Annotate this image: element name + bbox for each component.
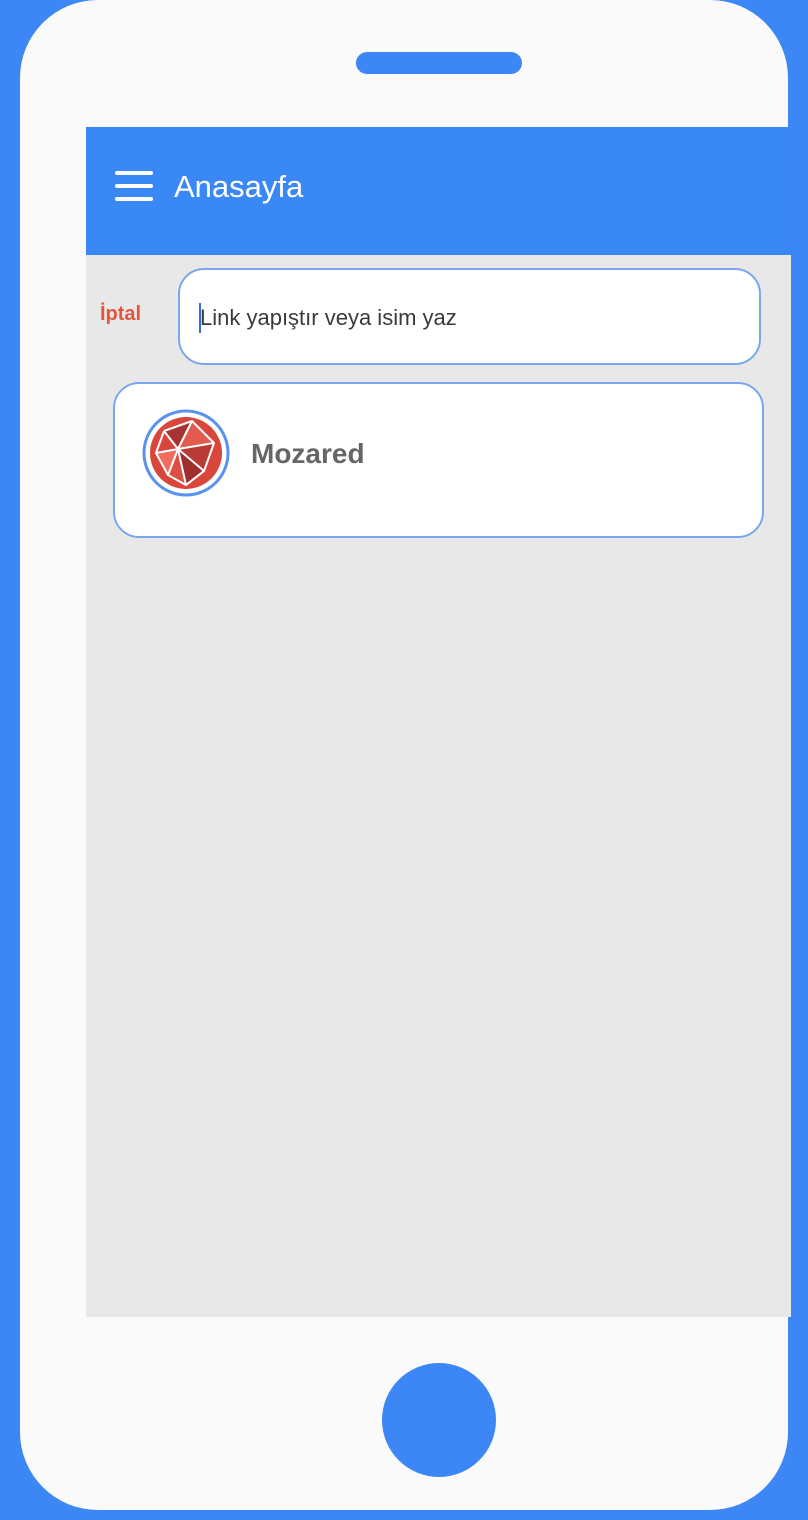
search-input[interactable] xyxy=(200,293,740,343)
mozared-logo-icon xyxy=(142,409,230,497)
result-name: Mozared xyxy=(251,438,365,469)
page-title: Anasayfa xyxy=(174,169,304,204)
app-bar: Anasayfa xyxy=(86,127,791,255)
home-button[interactable] xyxy=(382,1363,496,1477)
speaker-grille xyxy=(356,52,522,74)
app-screen: Anasayfa İptal Link yapıştır veya isim y… xyxy=(86,127,791,1317)
phone-frame: Anasayfa İptal Link yapıştır veya isim y… xyxy=(20,0,791,1510)
list-item[interactable]: Mozared xyxy=(113,382,764,538)
search-box[interactable] xyxy=(178,268,761,365)
cancel-button[interactable]: İptal xyxy=(100,299,141,329)
hamburger-menu-icon[interactable] xyxy=(115,168,153,204)
